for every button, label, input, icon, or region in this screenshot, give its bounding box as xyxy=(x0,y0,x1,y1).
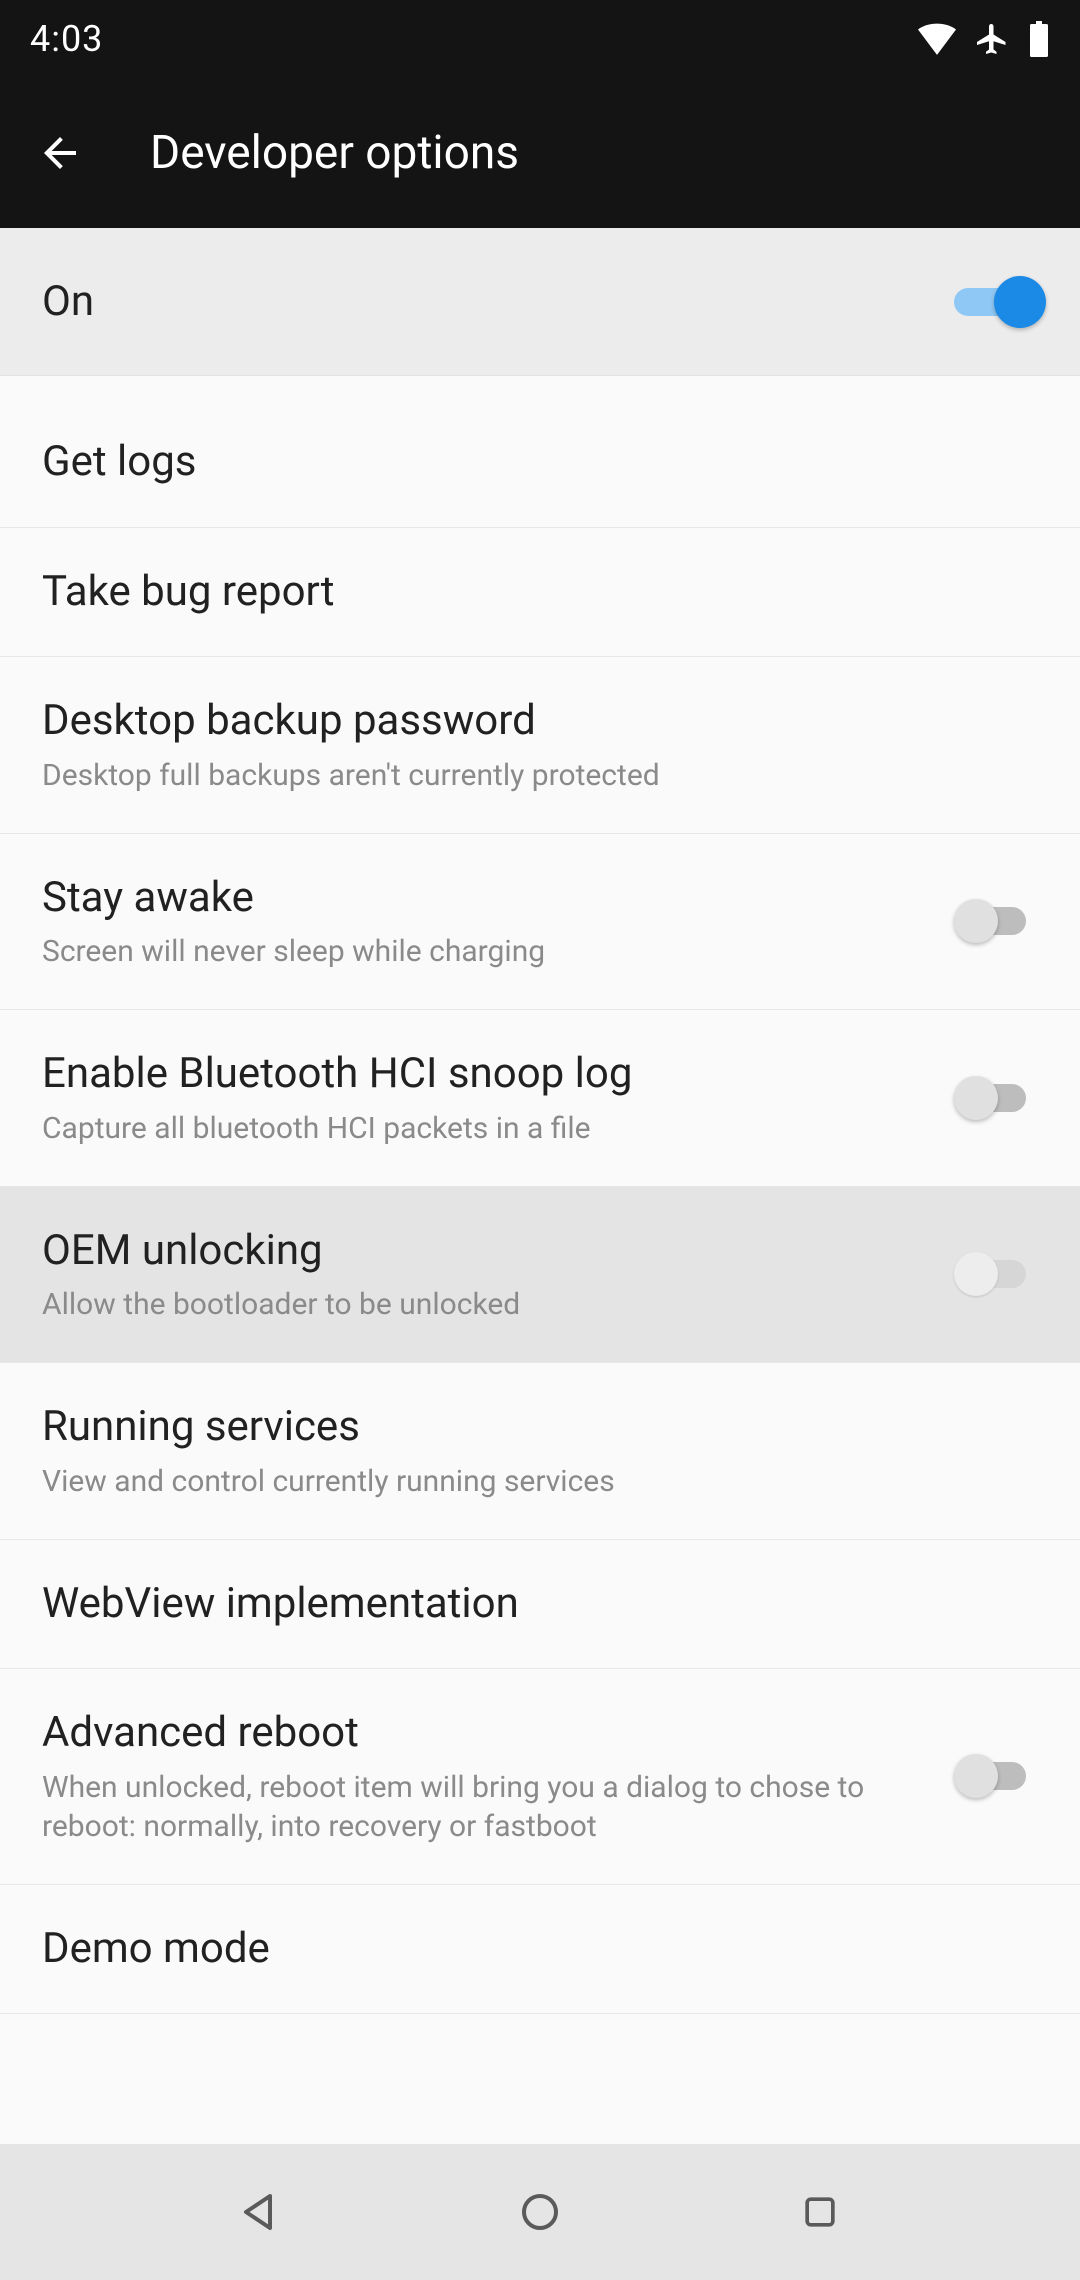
setting-title: WebView implementation xyxy=(42,1578,1008,1631)
setting-title: Desktop backup password xyxy=(42,695,1008,748)
app-bar: Developer options xyxy=(0,78,1080,228)
setting-row[interactable]: OEM unlocking Allow the bootloader to be … xyxy=(0,1187,1080,1364)
circle-home-icon xyxy=(516,2188,564,2236)
setting-title: Get logs xyxy=(42,436,1008,489)
setting-subtitle: When unlocked, reboot item will bring yo… xyxy=(42,1768,924,1846)
setting-text: Stay awake Screen will never sleep while … xyxy=(42,872,954,972)
setting-row[interactable]: Get logs xyxy=(0,398,1080,528)
setting-text: Get logs xyxy=(42,436,1038,489)
settings-list: Get logs Take bug report Desktop backup pa… xyxy=(0,398,1080,2014)
nav-recent-button[interactable] xyxy=(785,2177,855,2247)
setting-text: Advanced reboot When unlocked, reboot ite… xyxy=(42,1707,954,1846)
wifi-icon xyxy=(918,23,956,55)
nav-home-button[interactable] xyxy=(505,2177,575,2247)
setting-toggle[interactable] xyxy=(954,1076,1038,1120)
triangle-back-icon xyxy=(236,2188,284,2236)
setting-subtitle: Screen will never sleep while charging xyxy=(42,932,924,971)
setting-title: Running services xyxy=(42,1401,1008,1454)
airplane-icon xyxy=(974,21,1010,57)
setting-text: Demo mode xyxy=(42,1923,1038,1976)
setting-title: OEM unlocking xyxy=(42,1225,924,1278)
setting-row[interactable]: Demo mode xyxy=(0,1885,1080,2015)
page-title: Developer options xyxy=(150,126,519,180)
status-time: 4:03 xyxy=(30,18,103,60)
setting-row[interactable]: Enable Bluetooth HCI snoop log Capture al… xyxy=(0,1010,1080,1187)
battery-icon xyxy=(1028,21,1050,57)
spacer xyxy=(0,376,1080,398)
setting-text: OEM unlocking Allow the bootloader to be … xyxy=(42,1225,954,1325)
navigation-bar xyxy=(0,2144,1080,2280)
arrow-left-icon xyxy=(36,129,84,177)
setting-subtitle: Capture all bluetooth HCI packets in a f… xyxy=(42,1109,924,1148)
back-button[interactable] xyxy=(30,123,90,183)
setting-subtitle: View and control currently running servi… xyxy=(42,1462,1008,1501)
setting-row[interactable]: Desktop backup password Desktop full back… xyxy=(0,657,1080,834)
setting-row[interactable]: Take bug report xyxy=(0,528,1080,658)
setting-title: Demo mode xyxy=(42,1923,1008,1976)
master-toggle-label: On xyxy=(42,277,94,326)
setting-text: WebView implementation xyxy=(42,1578,1038,1631)
master-toggle-row[interactable]: On xyxy=(0,228,1080,376)
setting-subtitle: Desktop full backups aren't currently pr… xyxy=(42,756,1008,795)
status-icons xyxy=(918,21,1050,57)
status-bar: 4:03 xyxy=(0,0,1080,78)
master-toggle-switch[interactable] xyxy=(954,280,1038,324)
setting-text: Running services View and control current… xyxy=(42,1401,1038,1501)
setting-title: Enable Bluetooth HCI snoop log xyxy=(42,1048,924,1101)
square-recent-icon xyxy=(798,2190,842,2234)
setting-toggle xyxy=(954,1252,1038,1296)
setting-row[interactable]: Running services View and control current… xyxy=(0,1363,1080,1540)
setting-row[interactable]: Advanced reboot When unlocked, reboot ite… xyxy=(0,1669,1080,1885)
setting-toggle[interactable] xyxy=(954,1754,1038,1798)
setting-subtitle: Allow the bootloader to be unlocked xyxy=(42,1285,924,1324)
nav-back-button[interactable] xyxy=(225,2177,295,2247)
setting-text: Take bug report xyxy=(42,566,1038,619)
setting-title: Stay awake xyxy=(42,872,924,925)
setting-title: Take bug report xyxy=(42,566,1008,619)
setting-title: Advanced reboot xyxy=(42,1707,924,1760)
setting-row[interactable]: WebView implementation xyxy=(0,1540,1080,1670)
setting-toggle[interactable] xyxy=(954,899,1038,943)
setting-text: Enable Bluetooth HCI snoop log Capture al… xyxy=(42,1048,954,1148)
setting-text: Desktop backup password Desktop full back… xyxy=(42,695,1038,795)
setting-row[interactable]: Stay awake Screen will never sleep while … xyxy=(0,834,1080,1011)
